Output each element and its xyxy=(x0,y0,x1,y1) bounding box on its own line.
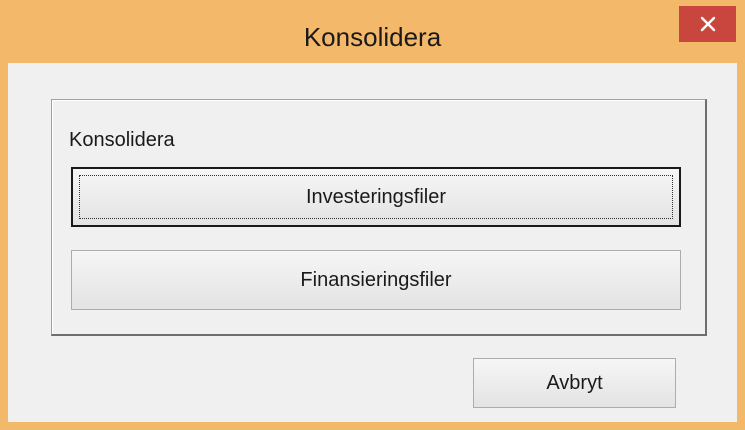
group-label: Konsolidera xyxy=(69,129,175,151)
investment-files-label: Investeringsfiler xyxy=(305,185,447,208)
dialog-client-area: Konsolidera Investeringsfiler Finansieri… xyxy=(8,63,737,422)
close-button[interactable] xyxy=(679,6,736,42)
cancel-label: Avbryt xyxy=(546,371,603,394)
financing-files-button[interactable]: Finansieringsfiler xyxy=(71,250,681,310)
consolidate-group-frame: Konsolidera Investeringsfiler Finansieri… xyxy=(51,99,707,336)
cancel-button[interactable]: Avbryt xyxy=(473,358,676,408)
title-bar[interactable]: Konsolidera xyxy=(0,0,745,63)
investment-files-button[interactable]: Investeringsfiler xyxy=(71,167,681,227)
close-icon xyxy=(700,16,716,32)
window-title: Konsolidera xyxy=(303,22,442,52)
dialog-window: Konsolidera Konsolidera Investeringsfile… xyxy=(0,0,745,430)
financing-files-label: Finansieringsfiler xyxy=(300,268,452,291)
